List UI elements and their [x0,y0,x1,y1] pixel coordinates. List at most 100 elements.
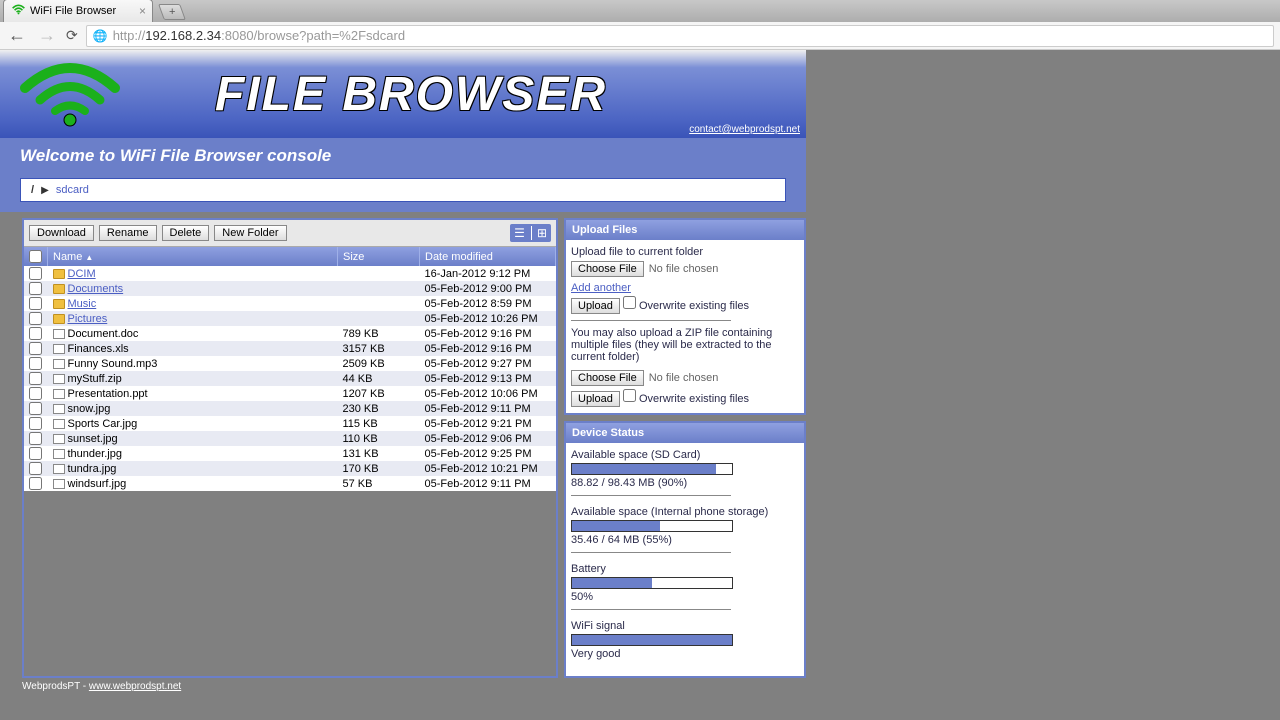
wifi-value: Very good [571,648,799,660]
row-checkbox[interactable] [29,432,42,445]
sd-value: 88.82 / 98.43 MB (90%) [571,477,799,489]
batt-value: 50% [571,591,799,603]
breadcrumb: / ▶ sdcard [0,178,806,212]
folder-link[interactable]: Music [68,298,97,310]
wifi-label: WiFi signal [571,620,799,632]
file-size [338,266,420,281]
table-row[interactable]: sunset.jpg 110 KB 05-Feb-2012 9:06 PM [24,431,556,446]
row-checkbox[interactable] [29,282,42,295]
new-folder-button[interactable]: New Folder [214,225,286,241]
status-panel: Device Status Available space (SD Card) … [564,421,806,678]
table-row[interactable]: Presentation.ppt 1207 KB 05-Feb-2012 10:… [24,386,556,401]
file-date: 05-Feb-2012 9:27 PM [420,356,556,371]
overwrite-zip-checkbox[interactable] [623,389,636,402]
overwrite-label: Overwrite existing files [639,300,749,312]
row-checkbox[interactable] [29,402,42,415]
file-name: windsurf.jpg [68,478,127,490]
file-name: Finances.xls [68,343,129,355]
file-date: 05-Feb-2012 10:26 PM [420,311,556,326]
col-date[interactable]: Date modified [420,247,556,266]
list-view-icon[interactable]: ☰ [514,226,525,240]
back-button[interactable]: ← [6,25,28,46]
forward-button[interactable]: → [36,25,58,46]
table-row[interactable]: tundra.jpg 170 KB 05-Feb-2012 10:21 PM [24,461,556,476]
breadcrumb-root[interactable]: / [31,184,34,196]
page-content: FILE BROWSER contact@webprodspt.net Welc… [0,50,806,692]
file-name: Funny Sound.mp3 [68,358,158,370]
no-file-label: No file chosen [649,263,719,275]
file-name: thunder.jpg [68,448,122,460]
row-checkbox[interactable] [29,267,42,280]
url-bar[interactable]: 🌐 http://192.168.2.34:8080/browse?path=%… [86,25,1274,47]
upload-zip-button[interactable]: Upload [571,391,620,407]
table-row[interactable]: Finances.xls 3157 KB 05-Feb-2012 9:16 PM [24,341,556,356]
footer-link[interactable]: www.webprodspt.net [89,681,181,692]
file-size: 1207 KB [338,386,420,401]
view-switcher[interactable]: ☰ ⊞ [510,224,551,242]
row-checkbox[interactable] [29,297,42,310]
file-date: 16-Jan-2012 9:12 PM [420,266,556,281]
table-row[interactable]: snow.jpg 230 KB 05-Feb-2012 9:11 PM [24,401,556,416]
download-button[interactable]: Download [29,225,94,241]
select-all-checkbox[interactable] [29,250,42,263]
delete-button[interactable]: Delete [162,225,210,241]
file-size: 2509 KB [338,356,420,371]
row-checkbox[interactable] [29,417,42,430]
upload-button[interactable]: Upload [571,298,620,314]
folder-link[interactable]: Documents [68,283,124,295]
int-progress [571,520,733,532]
file-name: Presentation.ppt [68,388,148,400]
col-name[interactable]: Name▲ [48,247,338,266]
table-row[interactable]: DCIM 16-Jan-2012 9:12 PM [24,266,556,281]
header-banner: FILE BROWSER contact@webprodspt.net [0,50,806,138]
table-row[interactable]: Documents 05-Feb-2012 9:00 PM [24,281,556,296]
breadcrumb-current[interactable]: sdcard [56,184,89,196]
rename-button[interactable]: Rename [99,225,157,241]
row-checkbox[interactable] [29,477,42,490]
table-row[interactable]: thunder.jpg 131 KB 05-Feb-2012 9:25 PM [24,446,556,461]
row-checkbox[interactable] [29,312,42,325]
table-row[interactable]: Sports Car.jpg 115 KB 05-Feb-2012 9:21 P… [24,416,556,431]
file-date: 05-Feb-2012 9:06 PM [420,431,556,446]
choose-file-button[interactable]: Choose File [571,261,644,277]
row-checkbox[interactable] [29,342,42,355]
row-checkbox[interactable] [29,447,42,460]
sd-label: Available space (SD Card) [571,449,799,461]
folder-link[interactable]: DCIM [68,268,96,280]
reload-button[interactable]: ⟳ [66,27,78,44]
folder-link[interactable]: Pictures [68,313,108,325]
grid-view-icon[interactable]: ⊞ [531,226,547,240]
row-checkbox[interactable] [29,357,42,370]
tab-close-icon[interactable]: × [139,4,146,18]
upload-header: Upload Files [566,220,804,240]
sd-progress [571,463,733,475]
table-row[interactable]: myStuff.zip 44 KB 05-Feb-2012 9:13 PM [24,371,556,386]
row-checkbox[interactable] [29,327,42,340]
browser-tab[interactable]: WiFi File Browser × [3,0,153,22]
tab-title: WiFi File Browser [30,5,116,17]
new-tab-button[interactable]: + [158,4,186,20]
table-row[interactable]: Document.doc 789 KB 05-Feb-2012 9:16 PM [24,326,556,341]
toolbar: Download Rename Delete New Folder ☰ ⊞ [24,220,556,247]
file-size: 44 KB [338,371,420,386]
overwrite-checkbox[interactable] [623,296,636,309]
file-name: myStuff.zip [68,373,122,385]
file-panel: Download Rename Delete New Folder ☰ ⊞ Na… [22,218,558,678]
file-size: 115 KB [338,416,420,431]
add-another-link[interactable]: Add another [571,282,631,294]
row-checkbox[interactable] [29,462,42,475]
batt-progress [571,577,733,589]
contact-link[interactable]: contact@webprodspt.net [689,124,800,135]
row-checkbox[interactable] [29,372,42,385]
browser-chrome: WiFi File Browser × + ← → ⟳ 🌐 http://192… [0,0,1280,50]
col-size[interactable]: Size [338,247,420,266]
table-row[interactable]: Pictures 05-Feb-2012 10:26 PM [24,311,556,326]
table-row[interactable]: windsurf.jpg 57 KB 05-Feb-2012 9:11 PM [24,476,556,491]
table-row[interactable]: Music 05-Feb-2012 8:59 PM [24,296,556,311]
welcome-text: Welcome to WiFi File Browser console [0,138,806,178]
row-checkbox[interactable] [29,387,42,400]
choose-zip-button[interactable]: Choose File [571,370,644,386]
file-name: Sports Car.jpg [68,418,138,430]
table-row[interactable]: Funny Sound.mp3 2509 KB 05-Feb-2012 9:27… [24,356,556,371]
overwrite-zip-label: Overwrite existing files [639,393,749,405]
